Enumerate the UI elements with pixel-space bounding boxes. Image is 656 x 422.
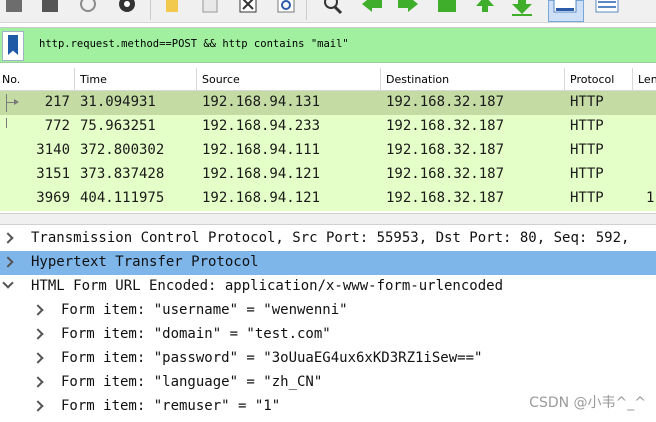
main-toolbar: [0, 0, 656, 23]
chevron-right-icon[interactable]: [32, 352, 44, 364]
bookmark-icon: [8, 35, 18, 55]
packet-length: 1: [646, 190, 655, 206]
open-icon[interactable]: [4, 0, 24, 16]
form-item-label: Form item: "remuser" = "1": [61, 398, 281, 414]
chevron-right-icon[interactable]: [2, 256, 14, 268]
column-header-no[interactable]: No.: [2, 73, 20, 86]
packet-row[interactable]: 3151 373.837428 192.168.94.121 192.168.3…: [0, 163, 656, 187]
autoscroll-icon[interactable]: [552, 0, 578, 16]
display-filter-input[interactable]: http.request.method==POST && http contai…: [39, 38, 349, 50]
packet-time: 373.837428: [80, 166, 165, 182]
packet-destination: 192.168.32.187: [386, 118, 505, 134]
packet-protocol: HTTP: [570, 94, 604, 110]
packet-protocol: HTTP: [570, 190, 604, 206]
save-icon[interactable]: [40, 0, 60, 16]
packet-source: 192.168.94.121: [202, 190, 321, 206]
packet-list-header: No. Time Source Destination Protocol Len: [0, 68, 656, 91]
watermark: CSDN @小韦^_^: [529, 395, 646, 411]
pane-splitter[interactable]: [0, 213, 656, 225]
reload-icon[interactable]: [78, 0, 98, 16]
find-icon[interactable]: [322, 0, 344, 16]
column-header-destination[interactable]: Destination: [386, 73, 449, 86]
packet-protocol: HTTP: [570, 166, 604, 182]
reload-file-icon[interactable]: [276, 0, 296, 16]
packet-time: 404.111975: [80, 190, 165, 206]
column-header-time[interactable]: Time: [80, 73, 107, 86]
packet-no: 217: [44, 94, 70, 110]
form-item-label: Form item: "username" = "wenwenni": [61, 302, 348, 318]
settings-icon[interactable]: [116, 0, 138, 16]
packet-source: 192.168.94.111: [202, 142, 321, 158]
chevron-down-icon[interactable]: [2, 277, 14, 289]
chevron-right-icon[interactable]: [32, 400, 44, 412]
last-packet-icon[interactable]: [510, 0, 534, 16]
packet-no: 3151: [36, 166, 70, 182]
close-file-icon[interactable]: [238, 0, 258, 16]
form-item[interactable]: Form item: "domain" = "test.com": [0, 323, 656, 347]
detail-form-label: HTML Form URL Encoded: application/x-www…: [31, 278, 504, 294]
packet-destination: 192.168.32.187: [386, 142, 505, 158]
packet-no: 3969: [36, 190, 70, 206]
first-packet-icon[interactable]: [474, 0, 496, 16]
packet-destination: 192.168.32.187: [386, 166, 505, 182]
packet-row-selected[interactable]: 217 31.094931 192.168.94.131 192.168.32.…: [0, 91, 656, 115]
detail-http[interactable]: Hypertext Transfer Protocol: [0, 251, 656, 275]
form-item[interactable]: Form item: "password" = "3oUuaEG4ux6xKD3…: [0, 347, 656, 371]
packet-row[interactable]: 3140 372.800302 192.168.94.111 192.168.3…: [0, 139, 656, 163]
packet-protocol: HTTP: [570, 118, 604, 134]
packet-protocol: HTTP: [570, 142, 604, 158]
packet-time: 31.094931: [80, 94, 156, 110]
chevron-right-icon[interactable]: [32, 304, 44, 316]
column-header-length[interactable]: Len: [638, 73, 656, 86]
goto-icon[interactable]: [436, 0, 458, 16]
packet-destination: 192.168.32.187: [386, 190, 505, 206]
chevron-right-icon[interactable]: [32, 376, 44, 388]
packet-time: 75.963251: [80, 118, 156, 134]
colorize-icon[interactable]: [594, 0, 620, 16]
packet-source: 192.168.94.131: [202, 94, 321, 110]
column-header-protocol[interactable]: Protocol: [570, 73, 614, 86]
back-icon[interactable]: [360, 0, 384, 16]
packet-source: 192.168.94.121: [202, 166, 321, 182]
detail-tcp[interactable]: Transmission Control Protocol, Src Port:…: [0, 227, 656, 251]
display-filter-bar: http.request.method==POST && http contai…: [0, 27, 656, 63]
folder-icon[interactable]: [164, 0, 182, 16]
detail-http-label: Hypertext Transfer Protocol: [31, 254, 259, 270]
packet-time: 372.800302: [80, 142, 165, 158]
packet-row[interactable]: 3969 404.111975 192.168.94.121 192.168.3…: [0, 187, 656, 211]
forward-icon[interactable]: [396, 0, 420, 16]
chevron-right-icon[interactable]: [32, 328, 44, 340]
detail-tcp-label: Transmission Control Protocol, Src Port:…: [31, 230, 630, 246]
column-header-source[interactable]: Source: [202, 73, 240, 86]
form-item-label: Form item: "language" = "zh_CN": [61, 374, 323, 390]
detail-form[interactable]: HTML Form URL Encoded: application/x-www…: [0, 275, 656, 299]
packet-destination: 192.168.32.187: [386, 94, 505, 110]
form-item-label: Form item: "password" = "3oUuaEG4ux6xKD3…: [61, 350, 483, 366]
file-icon[interactable]: [200, 0, 220, 16]
form-item-label: Form item: "domain" = "test.com": [61, 326, 331, 342]
form-item[interactable]: Form item: "username" = "wenwenni": [0, 299, 656, 323]
packet-source: 192.168.94.233: [202, 118, 321, 134]
packet-no: 772: [44, 118, 70, 134]
packet-no: 3140: [36, 142, 70, 158]
packet-row[interactable]: 772 75.963251 192.168.94.233 192.168.32.…: [0, 115, 656, 139]
chevron-right-icon[interactable]: [2, 232, 14, 244]
filter-bookmark-button[interactable]: [2, 31, 24, 61]
